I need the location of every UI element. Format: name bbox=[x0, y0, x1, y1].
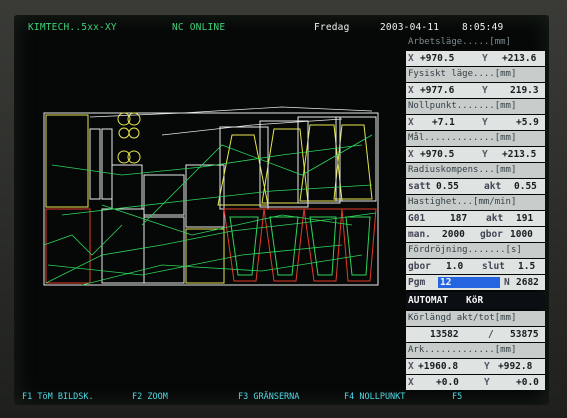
nollpunkt-header: Nollpunkt.......[mm] bbox=[406, 99, 545, 114]
date: 2003-04-11 bbox=[380, 22, 440, 33]
arbets-y: +213.6 bbox=[502, 53, 537, 64]
ark-x: +1960.8 bbox=[418, 361, 459, 372]
pgm-row: Pgm 12 N 2682 bbox=[406, 275, 545, 290]
part-strip-2 bbox=[101, 128, 113, 200]
cnc-screen: KIMTECH..5xx-XY NC ONLINE Fredag 2003-04… bbox=[14, 15, 549, 405]
fysiskt-x: +977.6 bbox=[420, 85, 455, 96]
pgm-value: 12 bbox=[440, 277, 452, 288]
korlangd-tot: 53875 bbox=[510, 329, 539, 340]
trapezoid-row-top bbox=[217, 124, 373, 206]
radius-akt: 0.55 bbox=[514, 181, 537, 192]
part-mid-bottom bbox=[101, 208, 145, 284]
ark2-row: X +0.0 Y +0.0 bbox=[406, 375, 545, 390]
fordrojning-header: Fördröjning.......[s] bbox=[406, 243, 545, 258]
part-center-top bbox=[143, 174, 185, 216]
g01-akt: 191 bbox=[516, 213, 534, 224]
nesting-drawing bbox=[43, 106, 379, 286]
mal-row: X +970.5 Y +213.5 bbox=[406, 147, 545, 162]
fkey-f2[interactable]: F2 ZOOM bbox=[132, 391, 168, 403]
arbets-x: +970.5 bbox=[420, 53, 455, 64]
fysiskt-header: Fysiskt läge....[mm] bbox=[406, 67, 545, 82]
mode-bar: AUTOMAT KöR bbox=[406, 292, 545, 309]
app-title: KIMTECH..5xx-XY bbox=[28, 22, 117, 33]
mal-y: +213.5 bbox=[502, 149, 537, 160]
ark-header: Ark.............[mm] bbox=[406, 343, 545, 358]
ark2-x: +0.0 bbox=[436, 377, 459, 388]
hastighet-header: Hastighet...[mm/min] bbox=[406, 195, 545, 210]
mal-header: Mål.............[mm] bbox=[406, 131, 545, 146]
gbor-value: 1000 bbox=[510, 229, 533, 240]
fysiskt-row: X +977.6 Y 219.3 bbox=[406, 83, 545, 98]
function-key-bar: F1 TöM BILDSK. F2 ZOOM F3 GRÄNSERNA F4 N… bbox=[14, 391, 549, 403]
part-center-3 bbox=[185, 228, 225, 284]
arbets-header: Arbetsläge.....[mm] bbox=[408, 37, 511, 47]
part-left-top bbox=[45, 114, 89, 208]
connection-status: NC ONLINE bbox=[172, 22, 226, 33]
clock: 8:05:49 bbox=[462, 22, 504, 33]
radius-header: Radiuskompens...[mm] bbox=[406, 163, 545, 178]
ford-gbor: 1.0 bbox=[446, 261, 464, 272]
hole-4 bbox=[128, 127, 140, 139]
g01-row: G01 187 akt 191 bbox=[406, 211, 545, 226]
weekday: Fredag bbox=[314, 22, 350, 33]
n-value: 2682 bbox=[516, 277, 539, 288]
fordrojning-row: gbor 1.0 slut 1.5 bbox=[406, 259, 545, 274]
part-strip-1 bbox=[89, 128, 101, 200]
fysiskt-y: 219.3 bbox=[510, 85, 539, 96]
mal-x: +970.5 bbox=[420, 149, 455, 160]
ark-y: +992.8 bbox=[498, 361, 533, 372]
hole-3 bbox=[118, 127, 130, 139]
korlangd-akt: 13582 bbox=[430, 329, 459, 340]
rapid-moves bbox=[89, 106, 373, 136]
g01-value: 187 bbox=[450, 213, 468, 224]
nollpunkt-row: X +7.1 Y +5.9 bbox=[406, 115, 545, 130]
toolpath bbox=[43, 134, 377, 286]
ark-row: X +1960.8 Y +992.8 bbox=[406, 359, 545, 374]
mode-label: AUTOMAT bbox=[408, 295, 449, 306]
trapezoid-frames-top bbox=[219, 116, 377, 210]
part-center-2 bbox=[185, 164, 225, 228]
man-row: man. 2000 gbor 1000 bbox=[406, 227, 545, 242]
arbets-row: X +970.5 Y +213.6 bbox=[406, 51, 545, 66]
fkey-f4[interactable]: F4 NOLLPUNKT bbox=[344, 391, 405, 403]
radius-satt: 0.55 bbox=[436, 181, 459, 192]
ford-slut: 1.5 bbox=[518, 261, 536, 272]
ark2-y: +0.0 bbox=[516, 377, 539, 388]
info-panel: Arbetsläge.....[mm] X +970.5 Y +213.6 Fy… bbox=[406, 35, 545, 390]
fkey-f3[interactable]: F3 GRÄNSERNA bbox=[238, 391, 299, 403]
korlangd-row: 13582 / 53875 bbox=[406, 327, 545, 342]
part-mid-small bbox=[111, 164, 143, 210]
fkey-f1[interactable]: F1 TöM BILDSK. bbox=[22, 391, 94, 403]
nollpunkt-y: +5.9 bbox=[516, 117, 539, 128]
korlangd-header: Körlängd akt/tot[mm] bbox=[406, 311, 545, 326]
man-value: 2000 bbox=[442, 229, 465, 240]
fkey-f5[interactable]: F5 bbox=[452, 391, 462, 403]
nollpunkt-x: +7.1 bbox=[432, 117, 455, 128]
radius-row: satt 0.55 akt 0.55 bbox=[406, 179, 545, 194]
mode-state: KöR bbox=[466, 295, 484, 306]
